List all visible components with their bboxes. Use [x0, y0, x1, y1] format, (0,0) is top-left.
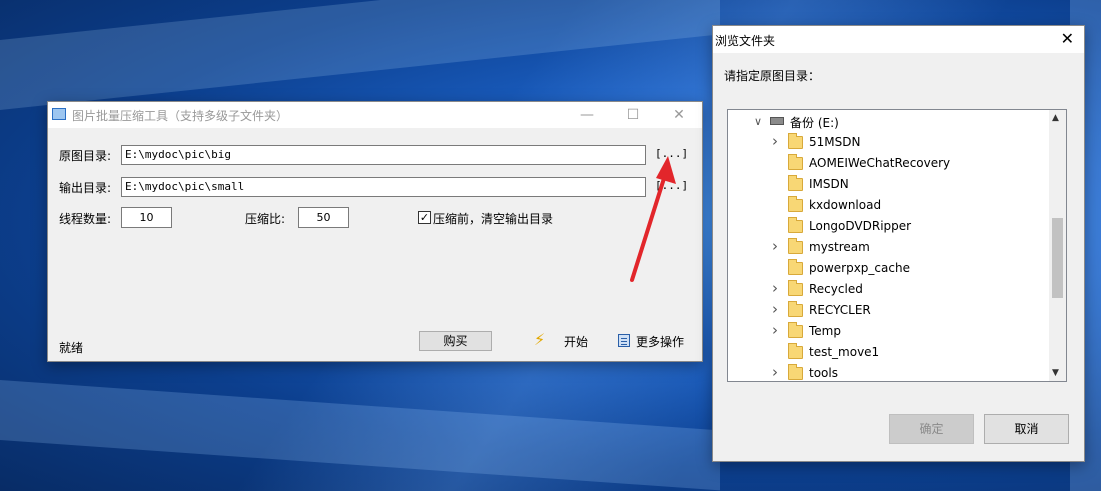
- arrow-shaft: [630, 170, 668, 282]
- tree-item-label: 51MSDN: [809, 135, 861, 149]
- chevron-right-icon[interactable]: ›: [772, 237, 778, 255]
- clear-output-label: 压缩前，清空输出目录: [433, 212, 554, 226]
- tree-item-label: LongoDVDRipper: [809, 219, 912, 233]
- clear-output-checkbox[interactable]: ✓: [418, 211, 431, 224]
- chevron-down-icon[interactable]: ∨: [754, 115, 762, 128]
- source-dir-label: 原图目录:: [59, 149, 112, 163]
- tree-item-folder[interactable]: › Recycled: [772, 279, 1042, 301]
- tree-item-folder[interactable]: › 51MSDN: [772, 132, 1042, 154]
- folder-icon: [788, 322, 803, 338]
- dialog-title: 浏览文件夹: [715, 34, 776, 48]
- chevron-right-icon[interactable]: ›: [772, 300, 778, 318]
- tree-item-label: RECYCLER: [809, 303, 871, 317]
- thread-count-label: 线程数量:: [59, 212, 112, 226]
- thread-count-input[interactable]: 10: [121, 207, 172, 228]
- folder-icon: [788, 154, 803, 170]
- tree-item-folder[interactable]: IMSDN: [772, 175, 1042, 196]
- tree-item-label: Temp: [809, 324, 841, 338]
- lightning-icon: ⚡: [534, 330, 546, 349]
- tree-item-label: 备份 (E:): [790, 116, 839, 130]
- dialog-prompt: 请指定原图目录：: [724, 69, 821, 83]
- scroll-up-icon[interactable]: ▲: [1052, 113, 1059, 123]
- main-window: 图片批量压缩工具（支持多级子文件夹） — ☐ ✕ 原图目录: E:\mydoc\…: [47, 101, 703, 362]
- browse-folder-dialog: 浏览文件夹 ✕ 请指定原图目录： ∨ 备份 (E:) › 51MSDN AOMEIW…: [712, 25, 1085, 462]
- status-text: 就绪: [59, 341, 84, 355]
- folder-icon: [788, 175, 803, 191]
- tree-item-drive[interactable]: ∨ 备份 (E:): [754, 112, 1054, 133]
- tree-item-folder[interactable]: powerpxp_cache: [772, 259, 1042, 280]
- chevron-right-icon[interactable]: ›: [772, 132, 778, 150]
- tree-item-label: Recycled: [809, 282, 863, 296]
- light-beam: [0, 0, 720, 110]
- chevron-right-icon[interactable]: ›: [772, 279, 778, 297]
- dialog-title-bar[interactable]: 浏览文件夹 ✕: [713, 26, 1084, 53]
- output-dir-input[interactable]: E:\mydoc\pic\small: [121, 177, 646, 197]
- drive-icon: [770, 117, 784, 125]
- ok-button[interactable]: 确定: [889, 414, 974, 444]
- more-actions-button[interactable]: 更多操作: [636, 333, 684, 350]
- folder-icon: [788, 238, 803, 254]
- title-bar[interactable]: 图片批量压缩工具（支持多级子文件夹） — ☐ ✕: [48, 102, 702, 128]
- folder-icon: [788, 133, 803, 149]
- list-icon: [618, 334, 630, 347]
- scroll-thumb[interactable]: [1052, 218, 1063, 298]
- folder-icon: [788, 343, 803, 359]
- tree-item-label: test_move1: [809, 345, 880, 359]
- start-button[interactable]: 开始: [564, 333, 588, 350]
- tree-item-label: AOMEIWeChatRecovery: [809, 156, 951, 170]
- tree-item-folder[interactable]: kxdownload: [772, 196, 1042, 217]
- minimize-button[interactable]: —: [564, 102, 610, 128]
- cancel-button[interactable]: 取消: [984, 414, 1069, 444]
- folder-icon: [788, 280, 803, 296]
- chevron-right-icon[interactable]: ›: [772, 321, 778, 339]
- folder-icon: [788, 217, 803, 233]
- buy-button[interactable]: 购买: [419, 331, 492, 351]
- tree-item-label: mystream: [809, 240, 870, 254]
- folder-tree[interactable]: ∨ 备份 (E:) › 51MSDN AOMEIWeChatRecovery IMSD…: [727, 109, 1067, 382]
- source-dir-input[interactable]: E:\mydoc\pic\big: [121, 145, 646, 165]
- scroll-down-icon[interactable]: ▼: [1052, 368, 1059, 378]
- folder-icon: [788, 259, 803, 275]
- tree-item-label: kxdownload: [809, 198, 882, 212]
- close-button[interactable]: ✕: [656, 102, 702, 128]
- tree-item-folder[interactable]: › mystream: [772, 237, 1042, 259]
- window-title: 图片批量压缩工具（支持多级子文件夹）: [72, 109, 289, 123]
- tree-item-folder[interactable]: test_move1: [772, 343, 1042, 364]
- compress-ratio-input[interactable]: 50: [298, 207, 349, 228]
- red-arrow-annotation: [630, 156, 676, 282]
- maximize-button[interactable]: ☐: [610, 102, 656, 128]
- tree-scrollbar[interactable]: ▲ ▼: [1049, 110, 1066, 381]
- dialog-close-button[interactable]: ✕: [1061, 29, 1074, 48]
- tree-item-folder[interactable]: LongoDVDRipper: [772, 217, 1042, 238]
- tree-item-folder[interactable]: › tools: [772, 363, 1042, 381]
- output-dir-label: 输出目录:: [59, 181, 112, 195]
- app-icon: [52, 108, 66, 120]
- tree-item-label: powerpxp_cache: [809, 261, 910, 275]
- folder-icon: [788, 301, 803, 317]
- folder-icon: [788, 364, 803, 380]
- tree-item-folder[interactable]: › Temp: [772, 321, 1042, 343]
- tree-item-folder[interactable]: › RECYCLER: [772, 300, 1042, 322]
- folder-icon: [788, 196, 803, 212]
- tree-item-folder[interactable]: AOMEIWeChatRecovery: [772, 154, 1042, 175]
- chevron-right-icon[interactable]: ›: [772, 363, 778, 381]
- light-beam: [0, 380, 720, 491]
- tree-item-label: IMSDN: [809, 177, 849, 191]
- arrow-head: [656, 156, 676, 184]
- tree-item-label: tools: [809, 366, 838, 380]
- compress-ratio-label: 压缩比:: [245, 212, 286, 226]
